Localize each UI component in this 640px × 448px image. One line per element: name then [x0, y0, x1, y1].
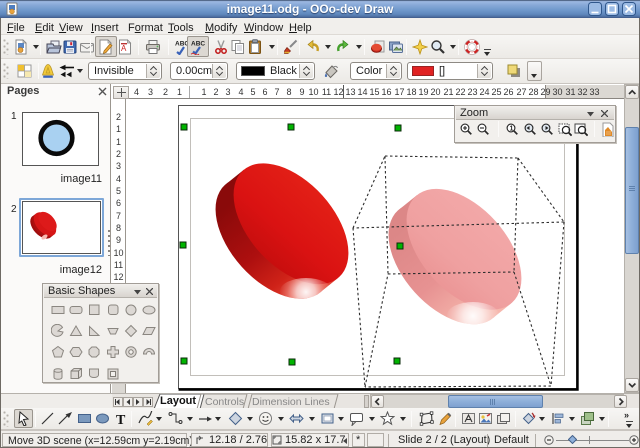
svg-text:T: T	[116, 413, 126, 426]
svg-text:ABC: ABC	[191, 41, 205, 48]
svg-text:A: A	[121, 44, 127, 53]
svg-text:1: 1	[510, 126, 514, 133]
